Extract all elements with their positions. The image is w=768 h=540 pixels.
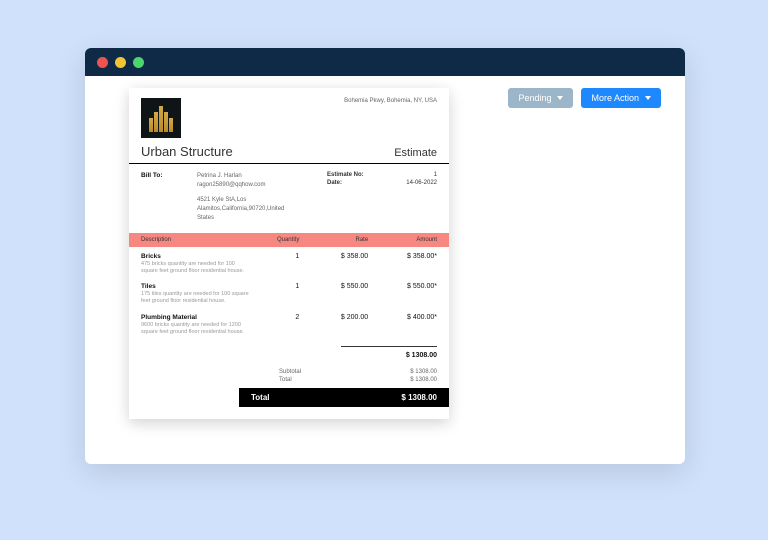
contact-addr1: 4521 Kyle StA,Los [197,196,319,205]
bill-to-label: Bill To: [141,172,189,223]
titlebar [85,48,685,76]
estimate-no: 1 [434,172,437,178]
item-qty: 2 [251,314,299,336]
col-amount: Amount [368,237,437,243]
info-section: Bill To: Petrina J. Harlan ragon25890@qq… [129,164,449,233]
bill-to-content: Petrina J. Harlan ragon25890@qqhow.com 4… [197,172,319,223]
item-rate: $ 550.00 [299,283,368,305]
total-value: $ 1308.00 [401,393,437,402]
subtotal-row: Subtotal $ 1308.00 [279,368,449,376]
col-quantity: Quantity [251,237,299,243]
doc-header: Bohemia Pkwy, Bohemia, NY, USA [129,88,449,138]
total-label: Total [251,393,270,402]
app-window: Pending More Action Bohemia Pkwy, Bohemi… [85,48,685,464]
items-list: Bricks475 bricks quantity are needed for… [129,247,449,338]
total-bar: Total $ 1308.00 [239,388,449,407]
item-amount: $ 400.00* [368,314,437,336]
small-total-value: $ 1308.00 [410,377,437,383]
close-icon[interactable] [97,57,108,68]
contact-addr2: Alamitos,California,90720,United [197,205,319,214]
summary-block: $ 1308.00 [341,346,437,360]
item-qty: 1 [251,283,299,305]
company-name: Urban Structure [141,144,233,159]
table-row: Tiles175 tiles quantity are needed for 1… [129,277,449,307]
col-description: Description [141,237,251,243]
chevron-down-icon [645,96,651,100]
contact-addr3: States [197,214,319,223]
date-value: 14-06-2022 [406,180,437,186]
small-total-row: Total $ 1308.00 [279,376,449,384]
contact-name: Petrina J. Harlan [197,172,319,181]
minimize-icon[interactable] [115,57,126,68]
date-label: Date: [327,180,342,186]
pending-label: Pending [518,93,551,103]
table-row: Bricks475 bricks quantity are needed for… [129,247,449,277]
table-header: Description Quantity Rate Amount [129,233,449,247]
more-action-button[interactable]: More Action [581,88,661,108]
subtotal-value: $ 1308.00 [410,369,437,375]
title-row: Urban Structure Estimate [129,138,449,164]
pending-button[interactable]: Pending [508,88,573,108]
estimate-meta: Estimate No: 1 Date: 14-06-2022 [327,172,437,223]
company-address: Bohemia Pkwy, Bohemia, NY, USA [344,98,437,138]
item-desc: 9600 bricks quantity are needed for 1200… [141,322,251,336]
item-desc: 175 tiles quantity are needed for 100 sq… [141,291,251,305]
item-qty: 1 [251,253,299,275]
col-rate: Rate [299,237,368,243]
item-desc: 475 bricks quantity are needed for 100 s… [141,261,251,275]
item-name: Tiles [141,283,251,290]
maximize-icon[interactable] [133,57,144,68]
grand-total: $ 1308.00 [406,352,437,359]
item-rate: $ 200.00 [299,314,368,336]
more-action-label: More Action [591,93,639,103]
table-row: Plumbing Material9600 bricks quantity ar… [129,308,449,338]
estimate-no-label: Estimate No: [327,172,364,178]
subtotal-label: Subtotal [279,369,301,375]
company-logo [141,98,181,138]
estimate-document: Bohemia Pkwy, Bohemia, NY, USA Urban Str… [129,88,449,419]
document-type: Estimate [394,147,437,159]
chevron-down-icon [557,96,563,100]
item-name: Plumbing Material [141,314,251,321]
item-name: Bricks [141,253,251,260]
item-amount: $ 550.00* [368,283,437,305]
toolbar: Pending More Action [508,88,661,108]
contact-email: ragon25890@qqhow.com [197,181,319,190]
item-rate: $ 358.00 [299,253,368,275]
small-total-label: Total [279,377,292,383]
item-amount: $ 358.00* [368,253,437,275]
